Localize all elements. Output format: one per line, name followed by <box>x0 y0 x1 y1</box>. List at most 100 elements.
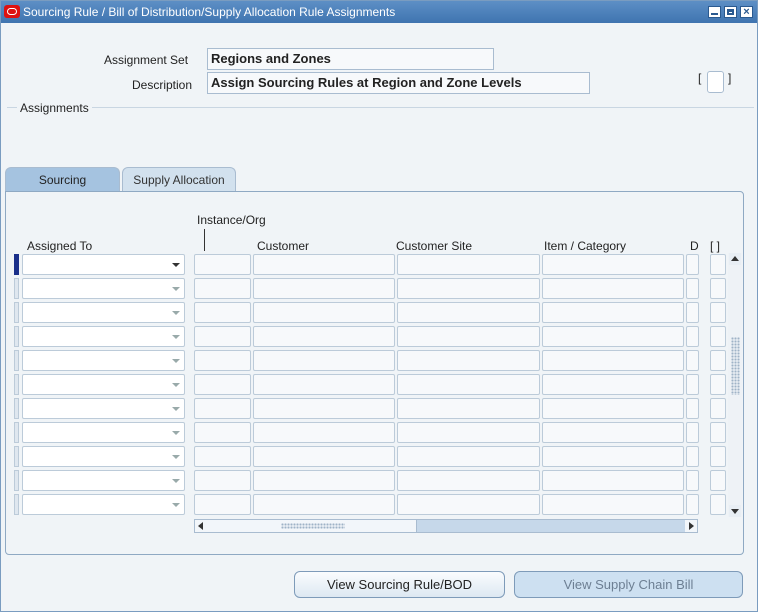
row-indicator[interactable] <box>14 278 19 299</box>
chevron-down-icon[interactable] <box>172 263 180 267</box>
customer-site-cell[interactable] <box>397 350 540 371</box>
assigned-to-select[interactable] <box>22 494 185 515</box>
customer-cell[interactable] <box>253 278 395 299</box>
tab-sourcing[interactable]: Sourcing <box>5 167 120 192</box>
horizontal-scrollbar[interactable] <box>194 519 698 533</box>
tab-supply-allocation[interactable]: Supply Allocation <box>122 167 236 191</box>
row-indicator[interactable] <box>14 398 19 419</box>
chevron-down-icon[interactable] <box>172 383 180 387</box>
maximize-icon[interactable] <box>724 6 737 18</box>
d-cell[interactable] <box>686 446 699 467</box>
scroll-up-icon[interactable] <box>729 253 741 265</box>
customer-cell[interactable] <box>253 494 395 515</box>
customer-site-cell[interactable] <box>397 254 540 275</box>
row-indicator[interactable] <box>14 494 19 515</box>
customer-cell[interactable] <box>253 326 395 347</box>
item-category-cell[interactable] <box>542 302 684 323</box>
d-cell[interactable] <box>686 278 699 299</box>
customer-site-cell[interactable] <box>397 422 540 443</box>
view-supply-chain-bill-button[interactable]: View Supply Chain Bill <box>514 571 743 598</box>
chevron-down-icon[interactable] <box>172 359 180 363</box>
row-indicator[interactable] <box>14 374 19 395</box>
chevron-down-icon[interactable] <box>172 335 180 339</box>
row-indicator[interactable] <box>14 422 19 443</box>
item-category-cell[interactable] <box>542 254 684 275</box>
row-indicator[interactable] <box>14 350 19 371</box>
scroll-left-icon[interactable] <box>195 520 207 532</box>
flex-cell[interactable] <box>710 470 726 491</box>
item-category-cell[interactable] <box>542 422 684 443</box>
d-cell[interactable] <box>686 326 699 347</box>
d-cell[interactable] <box>686 494 699 515</box>
instance-org-cell[interactable] <box>194 278 251 299</box>
d-cell[interactable] <box>686 302 699 323</box>
item-category-cell[interactable] <box>542 398 684 419</box>
row-indicator[interactable] <box>14 302 19 323</box>
row-indicator[interactable] <box>14 446 19 467</box>
row-indicator[interactable] <box>14 326 19 347</box>
chevron-down-icon[interactable] <box>172 407 180 411</box>
flex-cell[interactable] <box>710 374 726 395</box>
assigned-to-select[interactable] <box>22 446 185 467</box>
instance-org-cell[interactable] <box>194 446 251 467</box>
view-sourcing-rule-button[interactable]: View Sourcing Rule/BOD <box>294 571 505 598</box>
instance-org-cell[interactable] <box>194 398 251 419</box>
item-category-cell[interactable] <box>542 446 684 467</box>
d-cell[interactable] <box>686 422 699 443</box>
row-indicator[interactable] <box>14 254 19 275</box>
assigned-to-select[interactable] <box>22 422 185 443</box>
assigned-to-select[interactable] <box>22 302 185 323</box>
customer-site-cell[interactable] <box>397 326 540 347</box>
chevron-down-icon[interactable] <box>172 431 180 435</box>
assigned-to-select[interactable] <box>22 326 185 347</box>
row-indicator[interactable] <box>14 470 19 491</box>
item-category-cell[interactable] <box>542 470 684 491</box>
flex-cell[interactable] <box>710 278 726 299</box>
minimize-icon[interactable] <box>708 6 721 18</box>
customer-cell[interactable] <box>253 422 395 443</box>
chevron-down-icon[interactable] <box>172 287 180 291</box>
d-cell[interactable] <box>686 470 699 491</box>
flex-cell[interactable] <box>710 254 726 275</box>
scroll-thumb[interactable] <box>207 520 417 532</box>
assignment-set-field[interactable]: Regions and Zones <box>207 48 494 70</box>
flex-cell[interactable] <box>710 422 726 443</box>
customer-cell[interactable] <box>253 302 395 323</box>
assigned-to-select[interactable] <box>22 470 185 491</box>
chevron-down-icon[interactable] <box>172 311 180 315</box>
description-field[interactable]: Assign Sourcing Rules at Region and Zone… <box>207 72 590 94</box>
customer-site-cell[interactable] <box>397 374 540 395</box>
d-cell[interactable] <box>686 374 699 395</box>
item-category-cell[interactable] <box>542 350 684 371</box>
customer-cell[interactable] <box>253 398 395 419</box>
flex-cell[interactable] <box>710 494 726 515</box>
assigned-to-select[interactable] <box>22 350 185 371</box>
scroll-right-icon[interactable] <box>685 520 697 532</box>
customer-site-cell[interactable] <box>397 494 540 515</box>
chevron-down-icon[interactable] <box>172 455 180 459</box>
instance-org-cell[interactable] <box>194 350 251 371</box>
instance-org-cell[interactable] <box>194 374 251 395</box>
chevron-down-icon[interactable] <box>172 503 180 507</box>
d-cell[interactable] <box>686 398 699 419</box>
instance-org-cell[interactable] <box>194 254 251 275</box>
scroll-grip[interactable] <box>731 337 740 395</box>
flex-cell[interactable] <box>710 350 726 371</box>
flex-cell[interactable] <box>710 326 726 347</box>
flex-cell[interactable] <box>710 398 726 419</box>
assigned-to-select[interactable] <box>22 278 185 299</box>
customer-cell[interactable] <box>253 254 395 275</box>
vertical-scrollbar[interactable] <box>728 253 742 517</box>
instance-org-cell[interactable] <box>194 326 251 347</box>
customer-cell[interactable] <box>253 374 395 395</box>
item-category-cell[interactable] <box>542 374 684 395</box>
d-cell[interactable] <box>686 350 699 371</box>
customer-site-cell[interactable] <box>397 302 540 323</box>
scroll-down-icon[interactable] <box>729 505 741 517</box>
customer-cell[interactable] <box>253 470 395 491</box>
flex-cell[interactable] <box>710 302 726 323</box>
instance-org-cell[interactable] <box>194 422 251 443</box>
instance-org-cell[interactable] <box>194 302 251 323</box>
assigned-to-select[interactable] <box>22 398 185 419</box>
customer-site-cell[interactable] <box>397 278 540 299</box>
